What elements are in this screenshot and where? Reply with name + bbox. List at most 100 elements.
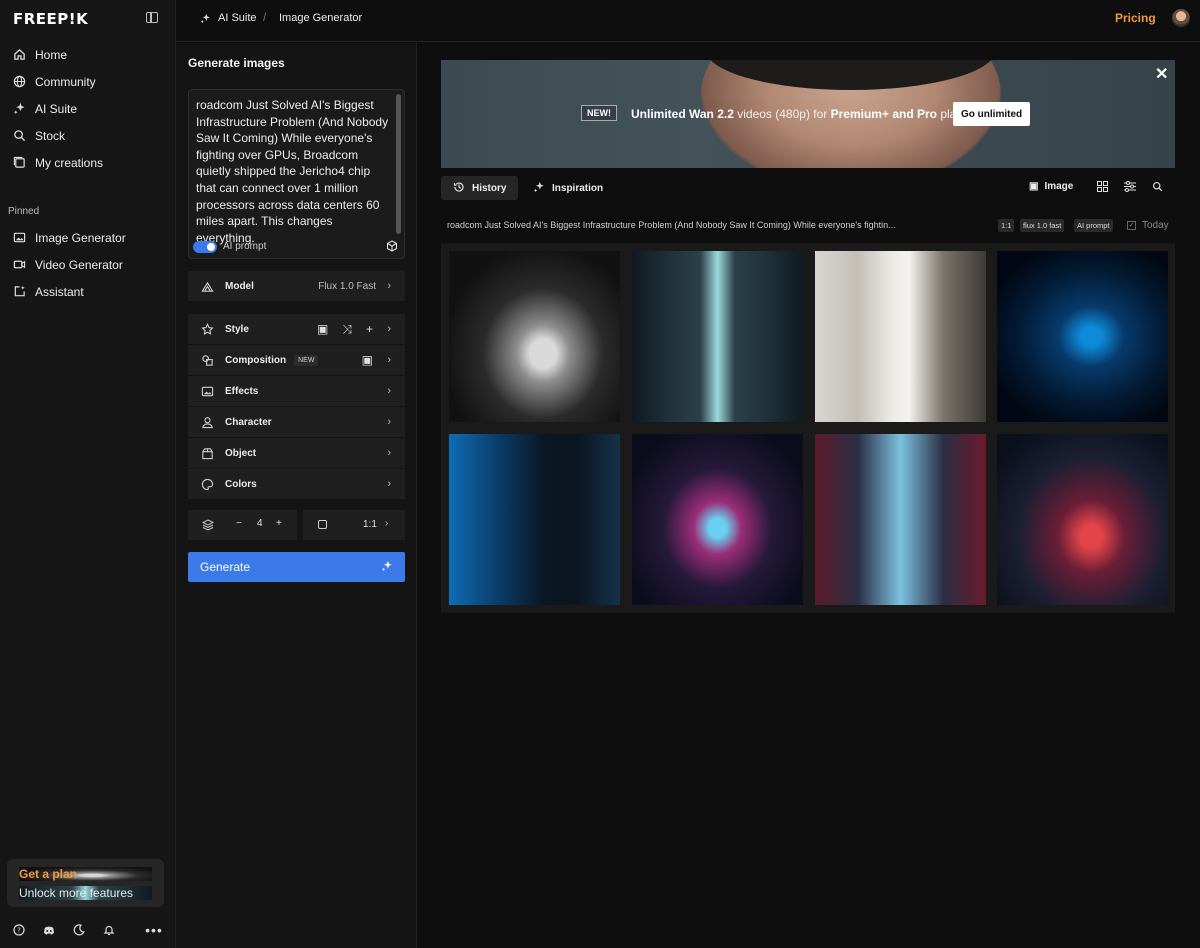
banner-highlight: Unlimited Wan 2.2 [631, 107, 734, 121]
aspect-ratio-selector[interactable]: 1:1 › [303, 510, 405, 540]
nav-label: Community [35, 74, 96, 89]
increment-button[interactable]: + [276, 518, 282, 529]
settings-sliders-icon[interactable] [1124, 181, 1137, 192]
prompt-textarea[interactable]: roadcom Just Solved AI's Biggest Infrast… [188, 89, 405, 259]
breadcrumb-ai-suite[interactable]: AI Suite [200, 12, 257, 24]
generated-image[interactable] [632, 434, 803, 605]
app: FREEP!K Home Community AI Suite Stock My [0, 0, 1200, 948]
pinned-item-assistant[interactable]: Assistant [0, 278, 176, 305]
square-icon [318, 520, 327, 529]
assistant-icon [13, 285, 26, 298]
generation-prompt[interactable]: roadcom Just Solved AI's Biggest Infrast… [447, 220, 957, 230]
nav-item-ai-suite[interactable]: AI Suite [0, 95, 176, 122]
generated-image[interactable] [997, 251, 1168, 422]
history-toolbar: History Inspiration ▣ Image [441, 176, 1175, 200]
sparkles-icon [533, 181, 545, 196]
plus-icon[interactable]: + [366, 322, 373, 337]
option-character[interactable]: Character › [188, 407, 405, 437]
nav-label: Image Generator [35, 230, 126, 245]
pinned-heading: Pinned [8, 206, 40, 217]
option-label: Colors [225, 478, 257, 490]
more-icon[interactable]: ••• [145, 922, 162, 938]
banner-text-mid: videos (480p) for [733, 107, 831, 121]
get-a-plan-card[interactable]: Get a plan Unlock more features [7, 859, 164, 907]
pinned-item-video-generator[interactable]: Video Generator [0, 251, 176, 278]
dark-mode-icon[interactable] [73, 924, 85, 936]
avatar[interactable] [1172, 9, 1190, 27]
today-filter[interactable]: ✓ Today [1127, 220, 1169, 231]
pricing-link[interactable]: Pricing [1115, 11, 1156, 25]
gallery-icon[interactable]: ▣ [362, 353, 373, 367]
banner-plans: Premium+ and Pro [830, 107, 937, 121]
nav-item-my-creations[interactable]: My creations [0, 149, 176, 176]
chevron-right-icon: › [387, 354, 391, 366]
nav-label: Video Generator [35, 257, 123, 272]
notifications-icon[interactable] [103, 924, 115, 936]
style-actions: ▣ ⤨ + [317, 322, 373, 337]
plan-title: Get a plan [19, 867, 152, 881]
generated-image[interactable] [815, 251, 986, 422]
sparkles-icon [200, 13, 211, 24]
go-unlimited-button[interactable]: Go unlimited [953, 102, 1031, 126]
top-bar: AI Suite / Image Generator Pricing [176, 0, 1200, 42]
video-icon [13, 258, 26, 271]
decrement-button[interactable]: − [236, 518, 242, 529]
tab-label: Inspiration [552, 182, 604, 194]
palette-icon [200, 477, 214, 491]
generate-panel: Generate images roadcom Just Solved AI's… [176, 43, 417, 948]
banner-text: Unlimited Wan 2.2 videos (480p) for Prem… [631, 107, 969, 121]
tab-label: History [472, 182, 507, 194]
chevron-right-icon: › [385, 518, 389, 529]
ai-prompt-label: AI prompt [223, 241, 267, 252]
generated-image[interactable] [815, 434, 986, 605]
nav-item-home[interactable]: Home [0, 41, 176, 68]
gallery-icon[interactable]: ▣ [317, 322, 328, 337]
image-filter-button[interactable]: ▣ Image [1029, 181, 1073, 192]
shuffle-icon[interactable]: ⤨ [342, 322, 352, 337]
breadcrumb-label: Image Generator [279, 12, 363, 24]
pinned-item-image-generator[interactable]: Image Generator [0, 224, 176, 251]
generated-image[interactable] [632, 251, 803, 422]
model-selector[interactable]: Model Flux 1.0 Fast › [188, 271, 405, 301]
main-nav: Home Community AI Suite Stock My creatio… [0, 41, 176, 176]
tab-history[interactable]: History [441, 176, 519, 200]
option-label: Character [225, 416, 272, 428]
new-badge: NEW [294, 354, 319, 366]
help-icon[interactable]: ? [13, 924, 25, 936]
nav-item-stock[interactable]: Stock [0, 122, 176, 149]
option-style[interactable]: Style ▣ ⤨ + › [188, 314, 405, 344]
option-composition[interactable]: Composition NEW ▣ › [188, 345, 405, 375]
close-icon[interactable]: ✕ [1155, 64, 1168, 84]
collapse-sidebar-icon[interactable] [146, 12, 158, 23]
generated-image[interactable] [449, 434, 620, 605]
image-icon [13, 231, 26, 244]
promo-banner: NEW! Unlimited Wan 2.2 videos (480p) for… [441, 60, 1175, 168]
generate-label: Generate [200, 560, 251, 574]
grid-view-icon[interactable] [1097, 181, 1109, 192]
model-icon [200, 279, 214, 293]
nav-item-community[interactable]: Community [0, 68, 176, 95]
composition-actions: ▣ [362, 353, 373, 367]
option-colors[interactable]: Colors › [188, 469, 405, 499]
image-count-stepper: − 4 + [188, 510, 297, 540]
checkbox[interactable]: ✓ [1127, 221, 1136, 230]
option-effects[interactable]: Effects › [188, 376, 405, 406]
breadcrumb-label: AI Suite [218, 12, 257, 24]
search-icon [13, 129, 26, 142]
breadcrumb-image-generator[interactable]: Image Generator [279, 12, 362, 24]
freepik-logo[interactable]: FREEP!K [13, 10, 88, 28]
tab-inspiration[interactable]: Inspiration [521, 176, 615, 200]
generate-button[interactable]: Generate [188, 552, 405, 582]
option-object[interactable]: Object › [188, 438, 405, 468]
prompt-scrollbar[interactable] [396, 94, 401, 234]
search-icon[interactable] [1152, 181, 1163, 192]
aspect-ratio-value: 1:1 [363, 519, 377, 530]
discord-icon[interactable] [43, 924, 55, 936]
generated-image[interactable] [997, 434, 1168, 605]
ai-prompt-toggle[interactable] [193, 241, 217, 253]
option-label: Composition [225, 354, 287, 366]
cube-icon[interactable] [386, 240, 398, 252]
generated-image[interactable] [449, 251, 620, 422]
panel-title: Generate images [188, 56, 285, 70]
chevron-right-icon: › [387, 447, 391, 459]
